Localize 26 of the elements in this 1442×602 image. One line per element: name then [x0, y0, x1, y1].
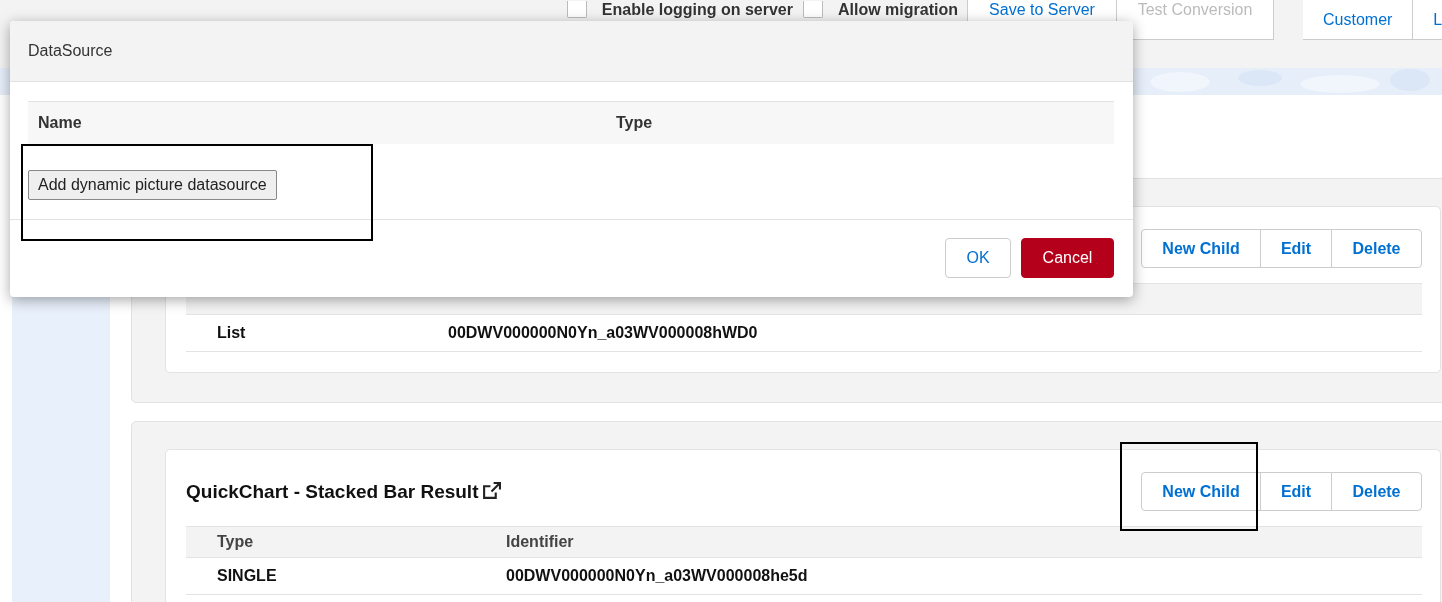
- action-button[interactable]: Edit: [1260, 472, 1332, 511]
- action-button[interactable]: Delete: [1331, 472, 1422, 511]
- checkbox[interactable]: [566, 1, 587, 18]
- table-cell: 00DWV000000N0Yn_a03WV000008hWD0: [417, 314, 1422, 352]
- column-header: Identifier: [475, 526, 1422, 558]
- action-button[interactable]: New Child: [1141, 472, 1261, 511]
- table-cell: List: [186, 314, 417, 352]
- record-title: QuickChart - Stacked Bar Result: [186, 480, 479, 503]
- nav-tab[interactable]: L: [1412, 0, 1442, 40]
- action-button[interactable]: Edit: [1260, 229, 1332, 268]
- external-link-icon[interactable]: [482, 482, 502, 501]
- checkbox-label: Allow migration: [838, 1, 958, 19]
- table-cell: 00DWV000000N0Yn_a03WV000008he5d: [475, 557, 1422, 595]
- action-button[interactable]: Delete: [1331, 229, 1422, 268]
- add-datasource-button[interactable]: Add dynamic picture datasource: [28, 170, 277, 200]
- action-button[interactable]: New Child: [1141, 229, 1261, 268]
- cancel-button[interactable]: Cancel: [1021, 238, 1114, 278]
- nav-tab[interactable]: Customer: [1303, 0, 1414, 40]
- checkbox[interactable]: [803, 1, 823, 18]
- dialog-title: DataSource: [28, 42, 113, 60]
- ok-button[interactable]: OK: [945, 238, 1011, 278]
- column-header: Type: [616, 114, 653, 132]
- column-header: Type: [186, 526, 475, 558]
- column-header: Name: [37, 114, 83, 132]
- table-cell: SINGLE: [186, 557, 475, 595]
- checkbox-label: Enable logging on server: [601, 1, 793, 19]
